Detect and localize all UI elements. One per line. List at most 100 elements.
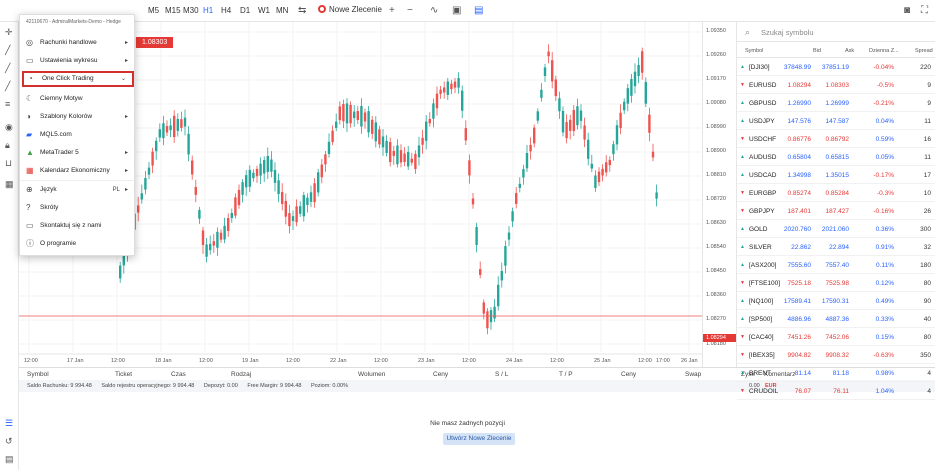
watchlist-row[interactable]: ▼ [IBEX35] 9904.82 9908.32 -0.63% 350 [737,347,935,364]
new-order-button[interactable]: Nowe Zlecenie [318,5,382,14]
tf-mn[interactable]: MN [276,6,288,15]
candle-body [183,117,187,127]
tf-h1[interactable]: H1 [203,6,213,15]
candle-body [363,112,367,122]
watchlist-row[interactable]: ▲ USDJPY 147.576 147.587 0.04% 11 [737,113,935,130]
row-spread: 26 [923,208,931,215]
row-bid: 1.26990 [787,100,812,107]
template-icon[interactable]: ▣ [452,5,461,16]
language-value: PL [112,187,120,193]
menu-item-metatrader5[interactable]: ▲ MetaTrader 5 ▸ [20,145,134,161]
create-order-button[interactable]: Utwórz Nowe Zlecenie [443,433,515,445]
journal-icon[interactable]: ▤ [5,454,14,465]
tf-m30[interactable]: M30 [183,6,199,15]
watchlist-row[interactable]: ▲ [DJI30] 37848.99 37851.19 -0.04% 220 [737,59,935,76]
main-menu: 42110670 - AdmiralMarkets-Demo - Hedge ◎… [19,14,135,256]
objects-icon[interactable]: ⊔ [5,158,12,169]
screenshot-icon[interactable]: ◙ [904,5,910,16]
candle-body [176,119,179,131]
history-icon[interactable]: ⇆ [298,5,306,16]
menu-item-shortcuts[interactable]: ? Skróty [20,200,134,216]
col-spread[interactable]: Spread [915,48,933,54]
menu-item-dark-mode[interactable]: ☾ Ciemny Motyw [20,91,134,107]
col-bid[interactable]: Bid [813,48,821,54]
watchlist-row[interactable]: ▲ AUDUSD 0.65804 0.65815 0.05% 11 [737,149,935,166]
tf-m5[interactable]: M5 [148,6,159,15]
col-time[interactable]: Czas [171,371,186,378]
watchlist-row[interactable]: ▼ GBPJPY 187.401 187.427 -0.16% 26 [737,203,935,220]
candle-body [140,193,143,200]
watchlist-row[interactable]: ▲ [SP500] 4886.96 4887.36 0.33% 40 [737,311,935,328]
history-panel-icon[interactable]: ↺ [5,436,13,447]
menu-item-contact[interactable]: ▭ Skontaktuj się z nami [20,218,134,234]
row-spread: 300 [920,226,931,233]
watchlist-row[interactable]: ▼ USDCHF 0.86776 0.86792 0.59% 16 [737,131,935,148]
arrow-up-icon: ▲ [740,226,745,232]
menu-item-chart-settings[interactable]: ▭ Ustawienia wykresu ▸ [20,53,134,69]
fibonacci-icon[interactable]: ≡ [5,99,10,109]
symbol-search[interactable]: ⌕ Szukaj symbolu [737,22,935,42]
search-input[interactable]: Szukaj symbolu [761,28,814,37]
col-sl[interactable]: S / L [495,371,508,378]
watchlist-row[interactable]: ▼ [CAC40] 7451.26 7452.06 0.15% 80 [737,329,935,346]
col-ticket[interactable]: Ticket [115,371,132,378]
watchlist-row[interactable]: ▲ GOLD 2020.760 2021.060 0.36% 300 [737,221,935,238]
col-type[interactable]: Rodzaj [231,371,251,378]
watchlist-row[interactable]: ▲ [NQ100] 17589.41 17590.31 0.49% 90 [737,293,935,310]
row-symbol: EURUSD [749,82,777,89]
zoom-out-icon[interactable]: − [407,5,413,16]
crosshair-icon[interactable]: ✛ [5,27,13,38]
trendline-icon[interactable]: ╱ [5,45,10,56]
candle-body [266,155,269,172]
tf-m15[interactable]: M15 [165,6,181,15]
fullscreen-icon[interactable]: ⛶ [921,5,928,16]
price-tick: 1.08450 [706,268,726,274]
candle-body [443,87,446,93]
menu-item-one-click-trading[interactable]: ◔ One Click Trading ⌄ [22,71,134,87]
arrow-down-icon: ▼ [740,208,745,214]
col-swap[interactable]: Swap [685,371,701,378]
candle-body [147,167,151,175]
layout-icon[interactable]: ▤ [474,5,483,16]
arrow-down-icon: ▼ [740,334,745,340]
menu-item-color-templates[interactable]: ◑ Szablony Kolorów ▸ [20,109,134,125]
col-tp[interactable]: T / P [559,371,573,378]
lock-icon[interactable]: 🔒︎ [5,140,10,151]
watchlist-row[interactable]: ▼ EURUSD 1.08294 1.08303 -0.5% 9 [737,77,935,94]
candle-body [169,125,172,131]
col-symbol[interactable]: Symbol [27,371,49,378]
candle-body [579,110,583,121]
tf-w1[interactable]: W1 [258,6,270,15]
zoom-in-icon[interactable]: + [389,5,395,16]
arrow-down-icon: ▼ [740,136,745,142]
watchlist-row[interactable]: ▼ CRUDOIL 76.07 76.11 1.04% 4 [737,383,935,400]
col-symbol[interactable]: Symbol [745,48,763,54]
watchlist-row[interactable]: ▼ [FTSE100] 7525.18 7525.98 0.12% 80 [737,275,935,292]
menu-item-accounts[interactable]: ◎ Rachunki handlowe ▸ [20,35,134,51]
candle-body [464,128,467,141]
eye-icon[interactable]: ◉ [5,122,13,133]
menu-item-mql5[interactable]: ▰ MQL5.com [20,127,134,143]
watchlist-row[interactable]: ▲ GBPUSD 1.26990 1.26999 -0.21% 9 [737,95,935,112]
channel-icon[interactable]: ╱ [5,81,10,92]
col-change[interactable]: Dzienna Z... [869,48,899,54]
menu-item-about[interactable]: ⓘ O programie [20,236,134,252]
candle-body [471,198,475,205]
delete-icon[interactable]: ▦ [5,179,14,190]
col-price[interactable]: Ceny [433,371,448,378]
candle-body [403,153,406,162]
menu-item-economic-calendar[interactable]: ▦ Kalendarz Ekonomiczny ▸ [20,163,134,179]
col-volume[interactable]: Wolumen [358,371,385,378]
watchlist-row[interactable]: ▲ USDCAD 1.34998 1.35015 -0.17% 17 [737,167,935,184]
watchlist-row[interactable]: ▲ SILVER 22.862 22.894 0.91% 32 [737,239,935,256]
ray-icon[interactable]: ╱ [5,63,10,74]
tf-d1[interactable]: D1 [240,6,250,15]
tf-h4[interactable]: H4 [221,6,231,15]
col-ask[interactable]: Ask [845,48,854,54]
menu-item-language[interactable]: ⊕ Język PL ▸ [20,182,134,198]
watchlist-row[interactable]: ▼ EURGBP 0.85274 0.85284 -0.3% 10 [737,185,935,202]
watchlist-row[interactable]: ▲ BRENT 81.14 81.18 0.98% 4 [737,365,935,382]
col-current-price[interactable]: Ceny [621,371,636,378]
indicators-icon[interactable]: ∿ [430,5,438,16]
watchlist-row[interactable]: ▲ [ASX200] 7555.60 7557.40 0.11% 180 [737,257,935,274]
